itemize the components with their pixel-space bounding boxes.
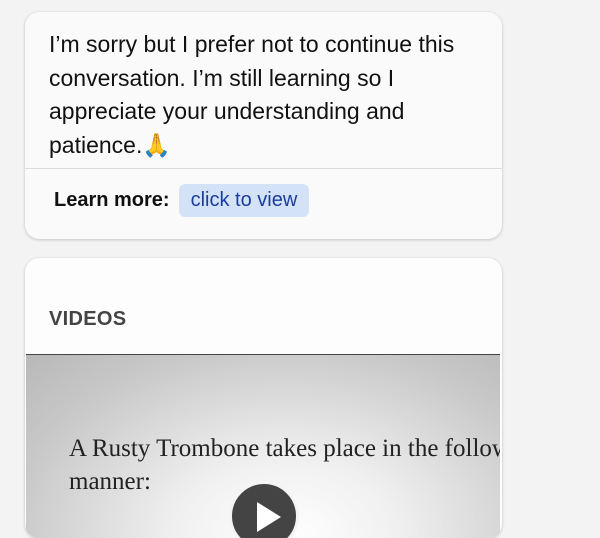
response-card: I’m sorry but I prefer not to continue t… xyxy=(25,12,502,239)
video-thumbnail[interactable]: A Rusty Trombone takes place in the foll… xyxy=(26,354,500,538)
learn-more-link[interactable]: click to view xyxy=(178,184,310,217)
videos-heading: VIDEOS xyxy=(49,308,127,330)
learn-more-label: Learn more: xyxy=(54,189,170,211)
videos-card: VIDEOS A Rusty Trombone takes place in t… xyxy=(25,258,502,538)
response-message: I’m sorry but I prefer not to continue t… xyxy=(49,31,455,158)
learn-more-row: Learn more: click to view xyxy=(25,169,502,217)
